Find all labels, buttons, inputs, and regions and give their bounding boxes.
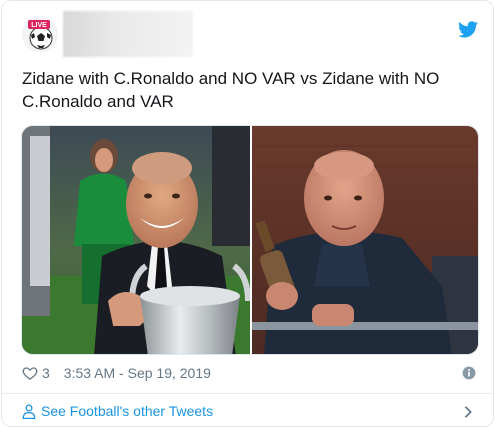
tweet-media[interactable] <box>21 125 479 355</box>
person-icon <box>22 404 36 419</box>
heart-icon[interactable] <box>22 365 38 381</box>
photo-left[interactable] <box>22 126 250 354</box>
soccer-ball-avatar-icon: LIVE <box>22 16 58 52</box>
live-badge: LIVE <box>31 22 47 29</box>
avatar[interactable]: LIVE <box>22 16 58 52</box>
redacted-author-name <box>63 11 193 57</box>
tweet-text: Zidane with C.Ronaldo and NO VAR vs Zida… <box>22 69 440 111</box>
twitter-bird-icon[interactable] <box>458 21 478 38</box>
see-other-tweets-link[interactable]: See Football's other Tweets <box>22 403 213 419</box>
chevron-right-icon[interactable] <box>463 405 473 419</box>
divider <box>2 393 493 394</box>
tweet-card: LIVE Zidane with C.Ronaldo and NO VAR vs… <box>1 0 494 427</box>
tweet-timestamp[interactable]: 3:53 AM - Sep 19, 2019 <box>64 365 211 381</box>
tweet-meta: 3 3:53 AM - Sep 19, 2019 <box>22 363 211 383</box>
like-count[interactable]: 3 <box>42 365 50 381</box>
info-icon[interactable] <box>462 366 476 380</box>
see-other-tweets-label: See Football's other Tweets <box>41 403 214 419</box>
old-man-bottle-photo <box>252 126 478 354</box>
photo-right[interactable] <box>252 126 478 354</box>
zidane-trophy-photo <box>22 126 250 354</box>
